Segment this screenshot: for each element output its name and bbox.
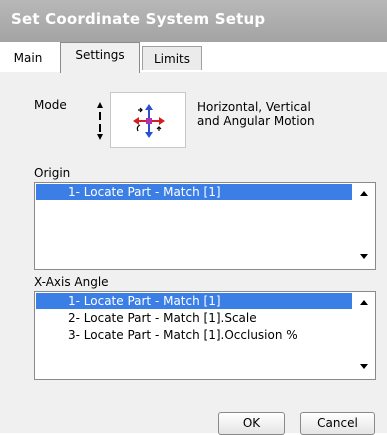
mode-description-line1: Horizontal, Vertical <box>197 100 311 114</box>
scroll-up-icon[interactable] <box>360 300 368 305</box>
origin-scrollbar[interactable] <box>353 183 375 269</box>
title-bar: Set Coordinate System Setup <box>0 0 387 42</box>
settings-panel: Mode Horizontal, Vertical and Angular Mo… <box>0 72 387 435</box>
scroll-down-icon[interactable] <box>360 254 368 259</box>
mode-label: Mode <box>34 98 67 112</box>
mode-description: Horizontal, Vertical and Angular Motion <box>197 100 347 128</box>
ok-button[interactable]: OK <box>218 412 285 435</box>
tab-strip: Main Settings Limits <box>0 42 387 114</box>
x-axis-scrollbar[interactable] <box>353 292 375 379</box>
origin-list-item[interactable]: 1- Locate Part - Match [1] <box>36 184 352 200</box>
x-axis-angle-listbox[interactable]: 1- Locate Part - Match [1] 2- Locate Par… <box>34 291 376 380</box>
mode-spinner[interactable] <box>93 94 107 146</box>
window-title: Set Coordinate System Setup <box>11 10 266 28</box>
scroll-down-icon[interactable] <box>360 364 368 369</box>
x-axis-list-item[interactable]: 2- Locate Part - Match [1].Scale <box>36 310 352 326</box>
coordinate-system-dialog: Set Coordinate System Setup Main Setting… <box>0 0 387 435</box>
mode-icon-box[interactable] <box>110 92 186 148</box>
spinner-down-icon[interactable] <box>97 134 103 140</box>
tab-main[interactable]: Main <box>0 46 56 70</box>
spinner-bar <box>99 112 101 120</box>
spinner-bar <box>99 124 101 132</box>
scroll-up-icon[interactable] <box>360 191 368 196</box>
x-axis-list-item[interactable]: 3- Locate Part - Match [1].Occlusion % <box>36 327 352 343</box>
x-axis-angle-label: X-Axis Angle <box>34 275 109 289</box>
tab-limits[interactable]: Limits <box>142 46 202 70</box>
mode-description-line2: and Angular Motion <box>197 114 315 128</box>
tab-settings[interactable]: Settings <box>60 42 140 73</box>
cancel-button[interactable]: Cancel <box>300 412 375 435</box>
spinner-up-icon[interactable] <box>97 102 103 108</box>
move-rotate-icon <box>133 104 165 138</box>
origin-listbox[interactable]: 1- Locate Part - Match [1] <box>34 182 376 270</box>
origin-label: Origin <box>34 166 71 180</box>
x-axis-list-item[interactable]: 1- Locate Part - Match [1] <box>36 293 352 309</box>
